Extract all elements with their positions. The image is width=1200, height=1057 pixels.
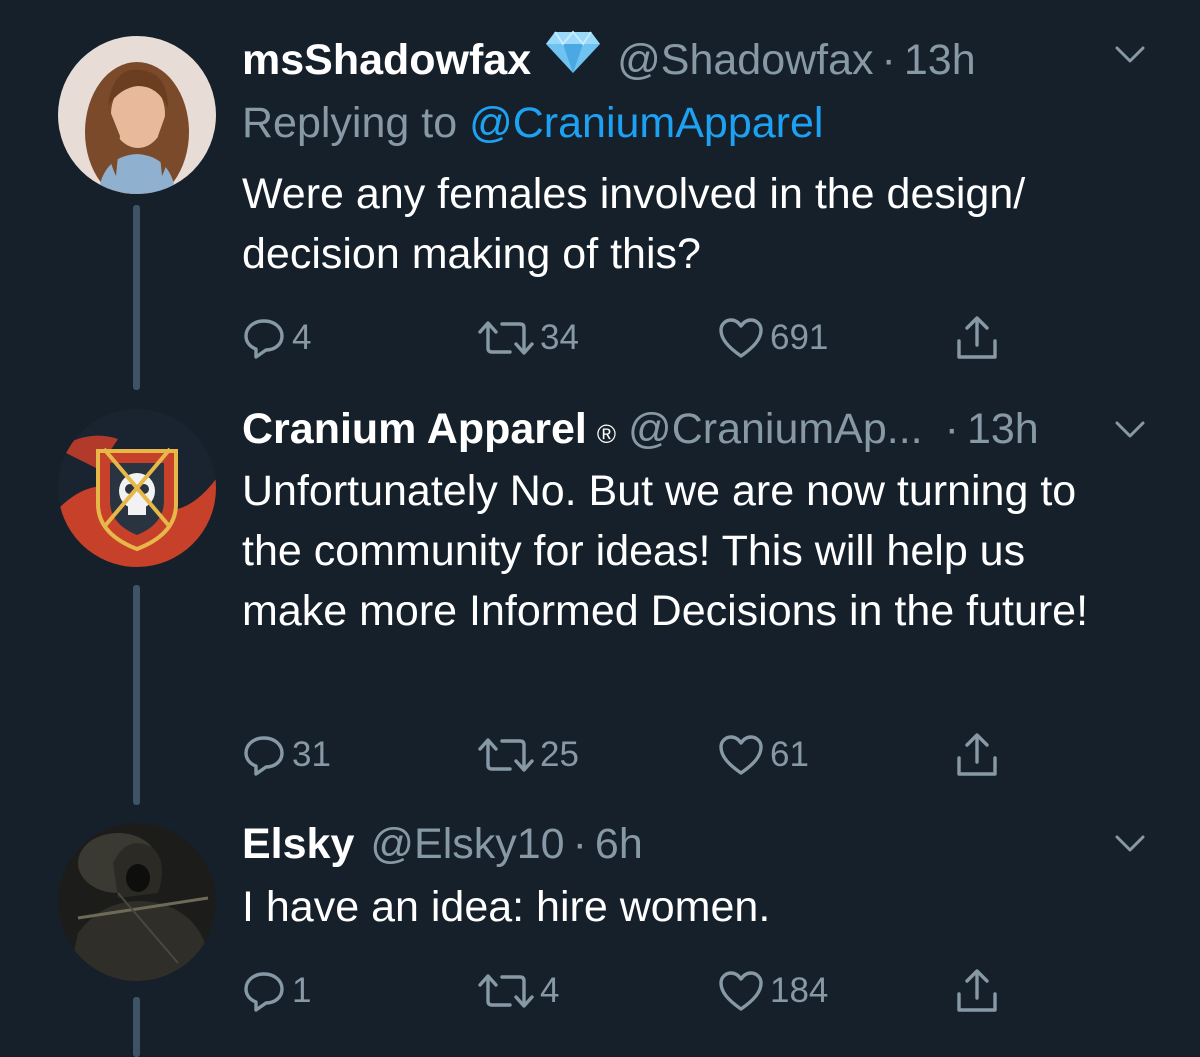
share-button[interactable]	[954, 313, 1000, 363]
avatar[interactable]	[58, 823, 216, 981]
reply-button[interactable]: 31	[242, 730, 331, 780]
display-name[interactable]: msShadowfax	[242, 34, 531, 86]
retweet-icon	[478, 974, 534, 1008]
display-name[interactable]: Cranium Apparel	[242, 403, 587, 455]
tweet-header: msShadowfax @Shadowfax · 13h	[242, 30, 1140, 86]
separator-dot: ·	[944, 405, 959, 453]
tweet-cranium-apparel[interactable]: Cranium Apparel ® @CraniumAp... · 13h Un…	[0, 395, 1200, 815]
chevron-down-icon[interactable]	[1115, 46, 1145, 64]
user-handle[interactable]: @Shadowfax	[617, 34, 873, 86]
reply-icon	[244, 972, 284, 1012]
tweet-header: Cranium Apparel ® @CraniumAp... · 13h	[242, 403, 1140, 460]
like-button[interactable]: 184	[718, 966, 828, 1016]
diamond-icon	[545, 30, 601, 86]
timestamp[interactable]: 13h	[967, 403, 1039, 455]
reply-count: 31	[292, 735, 331, 774]
retweet-count: 25	[540, 735, 579, 774]
share-icon	[957, 316, 997, 359]
tweet-text: I have an idea: hire women.	[242, 883, 771, 931]
timestamp[interactable]: 6h	[595, 818, 643, 870]
reply-count: 4	[292, 318, 312, 357]
like-count: 691	[770, 318, 829, 357]
retweet-count: 34	[540, 318, 579, 357]
like-count: 61	[770, 735, 809, 774]
replying-to: Replying to @CraniumApparel	[242, 97, 823, 149]
replying-prefix: Replying to	[242, 99, 458, 147]
like-button[interactable]: 691	[718, 313, 828, 363]
heart-icon	[719, 971, 763, 1011]
heart-icon	[719, 318, 763, 358]
timestamp[interactable]: 13h	[904, 34, 976, 86]
separator-dot: ·	[572, 820, 587, 868]
tweet-text: Unfortunately No. But we are now turning…	[242, 467, 1089, 635]
reply-icon	[244, 736, 284, 776]
tweet-shadowfax[interactable]: msShadowfax @Shadowfax · 13h Replying to…	[0, 0, 1200, 395]
like-button[interactable]: 61	[718, 730, 809, 780]
share-icon	[957, 969, 997, 1012]
tweet-elsky[interactable]: Elsky @Elsky10 · 6h I have an idea: hire…	[0, 815, 1200, 1057]
tweet-header: Elsky @Elsky10 · 6h	[242, 818, 1140, 870]
tweet-text: Were any females involved in the design/…	[242, 170, 1026, 278]
retweet-button[interactable]: 34	[478, 313, 579, 363]
action-bar: 31 25 61	[242, 730, 1042, 780]
retweet-count: 4	[540, 971, 560, 1010]
retweet-icon	[478, 321, 534, 355]
thread-line	[133, 585, 140, 805]
reply-icon	[244, 319, 284, 359]
like-count: 184	[770, 971, 829, 1010]
reply-mention-link[interactable]: @CraniumApparel	[469, 99, 823, 147]
action-bar: 4 34 691	[242, 313, 1042, 363]
share-icon	[957, 733, 997, 776]
retweet-icon	[478, 738, 534, 772]
share-button[interactable]	[954, 730, 1000, 780]
reply-button[interactable]: 4	[242, 313, 311, 363]
thread-line	[133, 997, 140, 1057]
display-name[interactable]: Elsky	[242, 818, 354, 870]
registered-mark: ®	[596, 419, 617, 449]
retweet-button[interactable]: 25	[478, 730, 579, 780]
reply-count: 1	[292, 971, 312, 1010]
chevron-down-icon[interactable]	[1115, 835, 1145, 853]
chevron-down-icon[interactable]	[1115, 421, 1145, 439]
retweet-button[interactable]: 4	[478, 966, 559, 1016]
avatar[interactable]	[58, 36, 216, 194]
share-button[interactable]	[954, 966, 1000, 1016]
heart-icon	[719, 735, 763, 775]
avatar[interactable]	[58, 409, 216, 567]
user-handle[interactable]: @Elsky10	[370, 818, 564, 870]
separator-dot: ·	[881, 36, 896, 84]
reply-button[interactable]: 1	[242, 966, 311, 1016]
user-handle[interactable]: @CraniumAp...	[628, 403, 923, 455]
thread-line	[133, 205, 140, 390]
action-bar: 1 4 184	[242, 966, 1042, 1016]
